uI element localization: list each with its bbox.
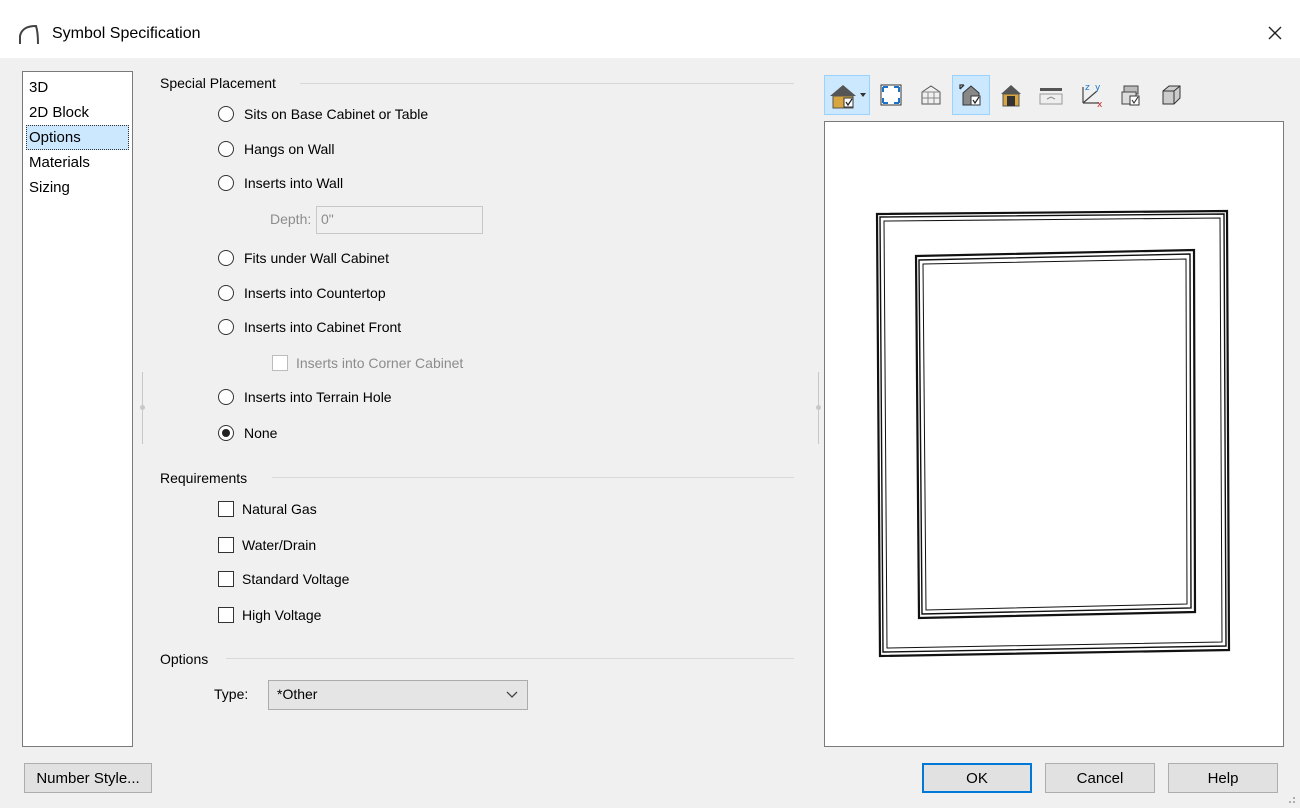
title-bar: Symbol Specification [0,0,1300,58]
camera-view-button[interactable] [952,75,990,115]
cancel-button[interactable]: Cancel [1045,763,1155,793]
radio-hangs-on-wall[interactable]: Hangs on Wall [218,138,335,160]
radio-inserts-into-terrain-hole[interactable]: Inserts into Terrain Hole [218,386,392,408]
checkbox [272,355,288,371]
close-icon [1268,26,1282,40]
resize-grip-icon[interactable] [1284,792,1296,804]
checkbox-inserts-into-corner-cabinet: Inserts into Corner Cabinet [272,352,463,374]
window-title: Symbol Specification [52,25,201,42]
section-divider [300,83,794,84]
special-placement-header: Special Placement [160,75,276,91]
nav-item-2d-block[interactable]: 2D Block [26,100,129,125]
depth-field: 0" [316,206,483,234]
radio-none[interactable]: None [218,422,277,444]
number-style-button[interactable]: Number Style... [24,763,152,793]
radio-fits-under-wall-cabinet[interactable]: Fits under Wall Cabinet [218,247,389,269]
checkbox-label: Standard Voltage [242,571,350,587]
radio-inserts-into-countertop[interactable]: Inserts into Countertop [218,282,386,304]
radio-button[interactable] [218,175,234,191]
checkbox[interactable] [218,501,234,517]
radio-button[interactable] [218,285,234,301]
svg-text:x: x [1097,100,1103,109]
axes-button[interactable]: z y x [1072,75,1110,115]
section-divider [226,658,794,659]
svg-text:z: z [1085,83,1090,93]
checkbox-high-voltage[interactable]: High Voltage [218,604,321,626]
left-splitter-grip [140,405,145,410]
radio-label: Inserts into Terrain Hole [244,389,392,405]
right-splitter-grip [816,405,821,410]
type-label: Type: [214,686,249,702]
nav-item-options[interactable]: Options [26,125,129,150]
help-button[interactable]: Help [1168,763,1278,793]
radio-label: Inserts into Countertop [244,285,386,301]
fill-window-button[interactable] [872,75,910,115]
house-view-icon [830,85,866,109]
house-view-button[interactable] [824,75,870,115]
chevron-down-icon [506,691,518,698]
radio-button[interactable] [218,141,234,157]
dialog-panel-list: 3D 2D Block Options Materials Sizing [22,71,133,747]
glass-house-icon [921,85,941,105]
radio-button[interactable] [218,106,234,122]
section-divider [272,477,794,478]
axes-icon: z y x [1082,83,1103,109]
options-header: Options [160,651,209,667]
checkbox[interactable] [218,571,234,587]
checkbox-standard-voltage[interactable]: Standard Voltage [218,568,349,590]
cube-button[interactable] [1152,75,1190,115]
type-select[interactable]: *Other [268,680,528,710]
elevation-button[interactable] [1032,75,1070,115]
radio-sits-on-base[interactable]: Sits on Base Cabinet or Table [218,103,428,125]
ok-button[interactable]: OK [922,763,1032,793]
radio-button[interactable] [218,250,234,266]
preview-toolbar: z y x [824,74,1192,116]
nav-item-3d[interactable]: 3D [26,75,129,100]
frame-preview [875,209,1231,658]
radio-label: Fits under Wall Cabinet [244,250,389,266]
svg-text:y: y [1095,83,1101,93]
depth-label: Depth: [270,211,312,227]
radio-label: Sits on Base Cabinet or Table [244,106,429,122]
backface-icon [1001,85,1021,107]
checkbox-label: Natural Gas [242,501,317,517]
checkbox-label: Inserts into Corner Cabinet [296,355,464,371]
type-select-value: *Other [277,686,318,702]
checkbox[interactable] [218,607,234,623]
radio-button[interactable] [218,319,234,335]
preview-pane[interactable] [824,121,1284,747]
nav-item-sizing[interactable]: Sizing [26,175,129,200]
radio-label: Hangs on Wall [244,141,335,157]
radio-button[interactable] [218,389,234,405]
checkbox-label: High Voltage [242,607,322,623]
camera-view-icon [959,84,981,106]
glass-house-button[interactable] [912,75,950,115]
arc-symbol-icon [19,24,39,45]
elevation-icon [1039,88,1063,105]
cube-icon [1162,85,1181,105]
radio-label: Inserts into Cabinet Front [244,319,402,335]
checkbox-label: Water/Drain [242,537,317,553]
nav-item-materials[interactable]: Materials [26,150,129,175]
backface-button[interactable] [992,75,1030,115]
radio-button[interactable] [218,425,234,441]
layers-button[interactable] [1112,75,1150,115]
close-button[interactable] [1260,18,1290,48]
radio-label: Inserts into Wall [244,175,344,191]
checkbox-water-drain[interactable]: Water/Drain [218,534,316,556]
checkbox[interactable] [218,537,234,553]
radio-label: None [244,425,278,441]
layers-icon [1121,85,1140,106]
fill-window-icon [880,84,902,106]
radio-inserts-into-cabinet-front[interactable]: Inserts into Cabinet Front [218,316,401,338]
requirements-header: Requirements [160,470,248,486]
radio-inserts-into-wall[interactable]: Inserts into Wall [218,172,343,194]
checkbox-natural-gas[interactable]: Natural Gas [218,498,317,520]
